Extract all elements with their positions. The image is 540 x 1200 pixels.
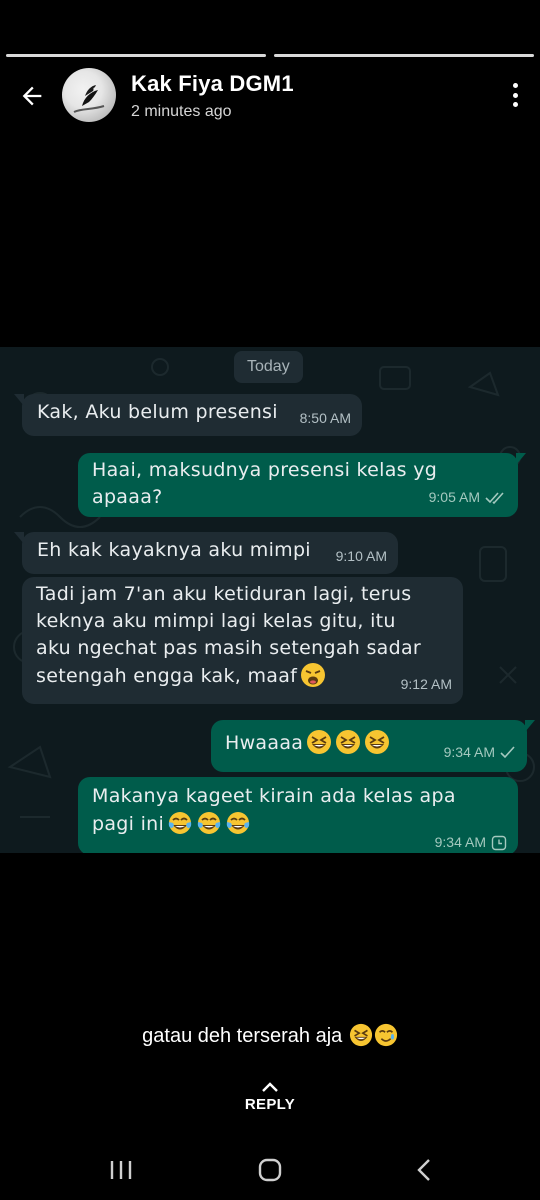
grinning-squinting-face-icon [307, 730, 332, 754]
avatar-image [73, 85, 105, 113]
message-text-wrap: Tadi jam 7'an aku ketiduran lagi, terus … [36, 583, 421, 687]
status-header: Kak Fiya DGM1 2 minutes ago [0, 66, 540, 126]
message-meta: 9:12 AM [401, 671, 452, 698]
message-time: 9:10 AM [335, 548, 387, 564]
story-progress-fill [274, 54, 534, 57]
message-outgoing[interactable]: Haai, maksudnya presensi kelas yg apaaa?… [78, 453, 526, 517]
tears-of-joy-face-icon [168, 812, 192, 834]
arrow-left-icon [22, 86, 42, 106]
story-progress [6, 54, 534, 57]
message-text-wrap: Hwaaaa [225, 730, 390, 754]
message-text: Hwaaaa [225, 732, 304, 754]
avatar[interactable] [62, 68, 116, 122]
back-button[interactable] [14, 78, 50, 114]
chevron-up-icon [262, 1082, 278, 1092]
message-time: 9:12 AM [400, 676, 452, 692]
system-navigation-bar [0, 1145, 540, 1195]
back-icon [417, 1159, 430, 1181]
grinning-squinting-face-icon [349, 1023, 372, 1047]
story-progress-segment [274, 54, 534, 57]
message-text: Eh kak kayaknya aku mimpi [37, 539, 311, 561]
reply-label: REPLY [244, 1096, 296, 1113]
recent-apps-button[interactable] [97, 1153, 145, 1187]
more-options-button[interactable] [504, 80, 526, 110]
smiling-face-with-tear-icon [374, 1023, 397, 1047]
home-button[interactable] [246, 1153, 294, 1187]
message-time: 9:34 AM [443, 744, 495, 760]
message-text: Tadi jam 7'an aku ketiduran lagi, terus … [36, 583, 422, 687]
story-progress-fill [6, 54, 266, 57]
message-meta: 8:50 AM [300, 405, 351, 432]
message-time: 9:05 AM [428, 489, 480, 505]
weary-face-icon [301, 663, 326, 687]
more-vertical-icon-dot [512, 92, 518, 98]
message-text-wrap: Makanya kageet kirain ada kelas apa pagi… [92, 785, 456, 835]
message-incoming[interactable]: Eh kak kayaknya aku mimpi 9:10 AM [14, 532, 398, 574]
contact-info[interactable]: Kak Fiya DGM1 2 minutes ago [131, 71, 294, 121]
date-divider: Today [234, 351, 303, 383]
tears-of-joy-face-icon [226, 812, 250, 834]
grinning-squinting-face-icon [336, 730, 361, 754]
message-time: 9:34 AM [434, 834, 486, 850]
more-vertical-icon-dot [512, 102, 518, 107]
single-check-icon [500, 745, 515, 758]
message-time: 8:50 AM [299, 410, 351, 426]
double-check-icon [485, 491, 504, 504]
chat-screenshot: Today Kak, Aku belum presensi 8:50 AM Ha… [0, 347, 540, 853]
message-outgoing[interactable]: Makanya kageet kirain ada kelas apa pagi… [78, 777, 518, 853]
message-text: Makanya kageet kirain ada kelas apa pagi… [92, 785, 456, 835]
home-icon [258, 1158, 282, 1182]
message-meta: 9:34 AM [444, 739, 516, 766]
status-caption: gatau deh terserah aja [0, 1023, 540, 1048]
message-meta: 9:10 AM [336, 543, 387, 570]
message-outgoing[interactable]: Hwaaaa 9:34 AM [211, 720, 535, 772]
caption-text: gatau deh terserah aja [142, 1025, 343, 1047]
clock-pending-icon [491, 835, 507, 850]
reply-button[interactable]: REPLY [0, 1080, 540, 1113]
story-progress-segment [6, 54, 266, 57]
bubble-tail [516, 453, 526, 465]
message-meta: 9:34 AM [435, 829, 507, 853]
tears-of-joy-face-icon [197, 812, 221, 834]
contact-name: Kak Fiya DGM1 [131, 71, 294, 96]
more-vertical-icon [512, 83, 518, 88]
bubble-tail [525, 720, 535, 732]
message-incoming[interactable]: Tadi jam 7'an aku ketiduran lagi, terus … [22, 577, 463, 704]
bubble-tail [14, 532, 24, 544]
message-incoming[interactable]: Kak, Aku belum presensi 8:50 AM [14, 394, 362, 436]
grinning-squinting-face-icon [365, 730, 390, 754]
recent-apps-icon [110, 1161, 132, 1179]
status-time: 2 minutes ago [131, 103, 232, 120]
message-meta: 9:05 AM [429, 484, 507, 511]
status-viewer: Kak Fiya DGM1 2 minutes ago Today Kak, A… [0, 0, 540, 1200]
bubble-tail [14, 394, 24, 406]
back-nav-button[interactable] [400, 1153, 448, 1187]
